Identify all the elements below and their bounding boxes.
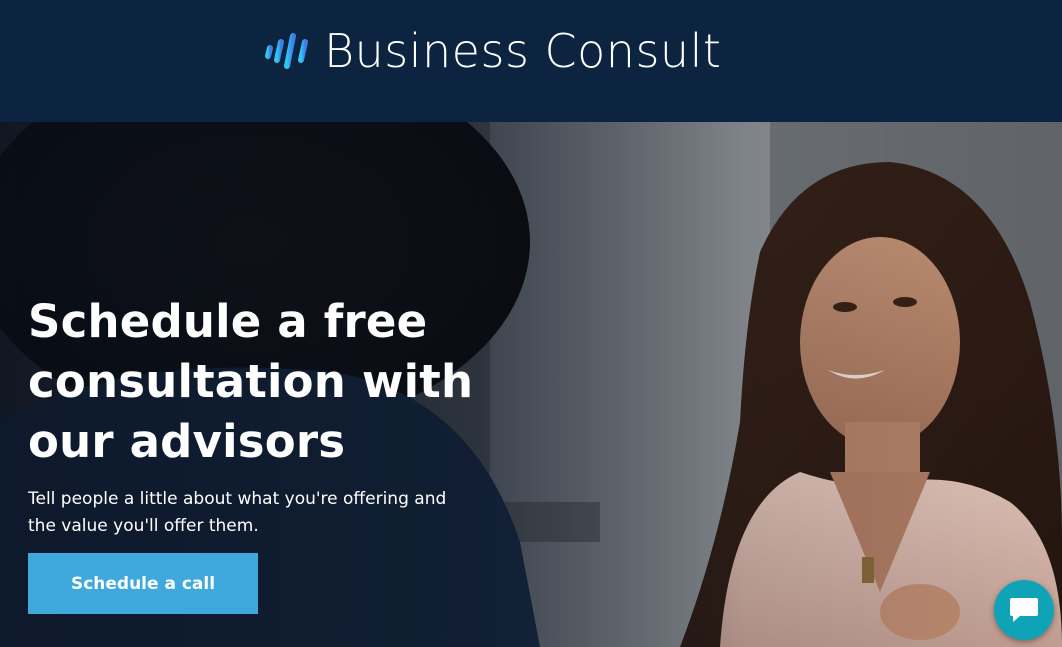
chat-bubble-icon [1010, 598, 1038, 622]
landing-page: Business Consult Schedule a free consult… [0, 0, 1062, 647]
brand-logo[interactable]: Business Consult [264, 22, 721, 80]
schedule-call-button[interactable]: Schedule a call [28, 553, 258, 614]
hero-section: Schedule a free consultation with our ad… [0, 122, 1062, 647]
site-header: Business Consult [0, 0, 1062, 122]
chat-launcher-button[interactable] [994, 580, 1054, 640]
brand-name: Business Consult [324, 24, 722, 78]
bars-logo-icon [265, 33, 308, 69]
hero-title: Schedule a free consultation with our ad… [28, 295, 474, 468]
hero-content: Schedule a free consultation with our ad… [28, 292, 498, 540]
hero-subtitle: Tell people a little about what you're o… [28, 489, 447, 536]
